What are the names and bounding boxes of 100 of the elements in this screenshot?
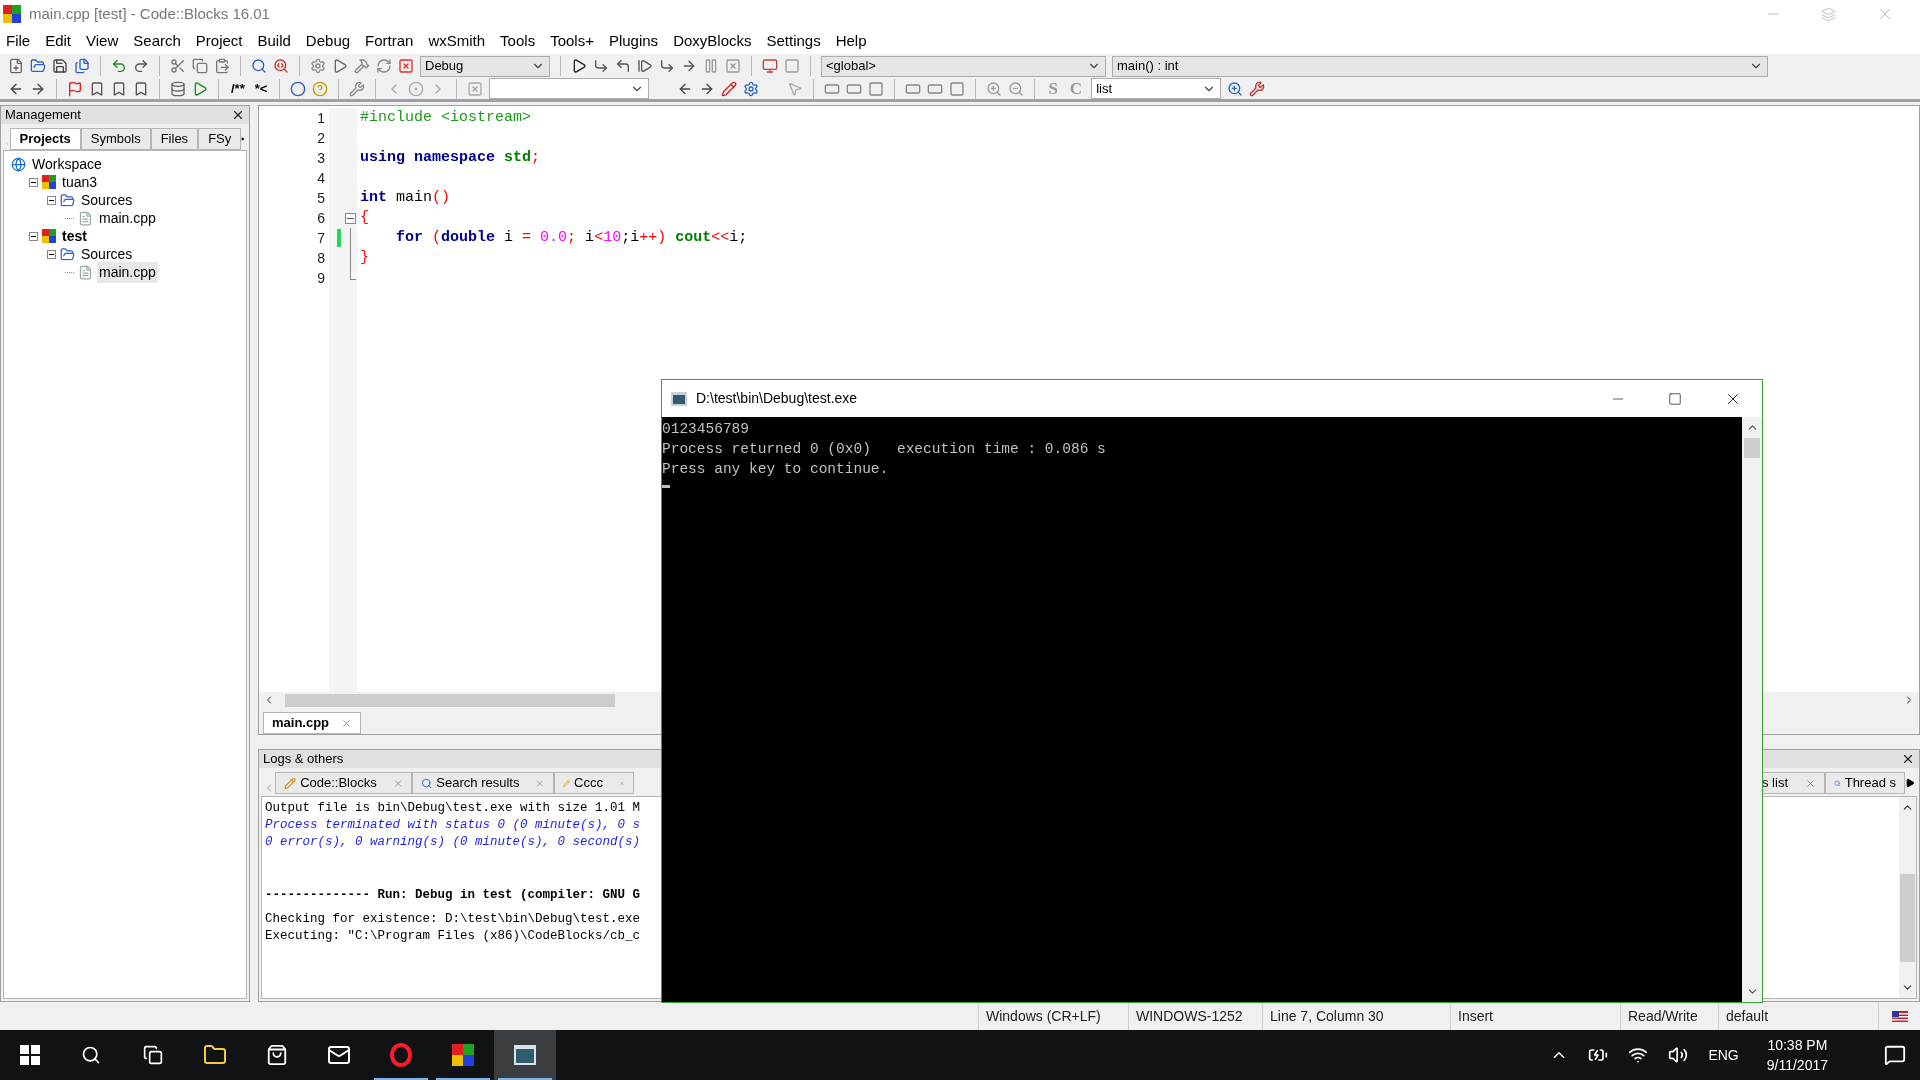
step-out-icon[interactable]	[615, 58, 631, 74]
bookmark-icon[interactable]	[89, 80, 105, 97]
collapse-toggle[interactable]	[47, 195, 56, 205]
menu-item[interactable]: Project	[195, 29, 243, 53]
collapse-toggle[interactable]	[29, 231, 38, 241]
log-tab[interactable]: Code::Blocks	[275, 772, 412, 794]
menu-item[interactable]: File	[6, 29, 31, 53]
clock-time[interactable]: 10:38 PM	[1767, 1035, 1828, 1055]
folder-icon[interactable]	[203, 1043, 227, 1067]
dot-icon[interactable]	[408, 80, 425, 97]
highlight-icon[interactable]	[721, 80, 738, 97]
envelope-icon[interactable]	[327, 1043, 351, 1067]
stop-icon[interactable]	[398, 58, 414, 74]
run-icon[interactable]	[192, 80, 208, 97]
step-forward-icon[interactable]	[637, 58, 653, 74]
close-icon[interactable]	[231, 108, 245, 122]
menu-item[interactable]: Tools	[500, 29, 536, 53]
build-target-dropdown[interactable]: Debug	[420, 55, 550, 77]
clock-date[interactable]: 9/11/2017	[1766, 1055, 1828, 1075]
menu-item[interactable]: wxSmith	[428, 29, 486, 53]
console-window-icon[interactable]	[514, 1045, 536, 1065]
menu-item[interactable]: Edit	[45, 29, 72, 53]
file-tab[interactable]: main.cpp	[263, 712, 362, 734]
search-icon[interactable]	[81, 1045, 101, 1065]
wifi-icon[interactable]	[1628, 1045, 1649, 1065]
menu-item[interactable]: Search	[133, 29, 181, 53]
wrench-icon[interactable]	[349, 80, 366, 97]
panel-tab[interactable]: Symbols	[80, 128, 151, 150]
menu-item[interactable]: Fortran	[365, 29, 414, 53]
collapse-toggle[interactable]	[29, 177, 38, 187]
magnifier-icon[interactable]	[1227, 80, 1244, 97]
menu-item[interactable]: Plugins	[608, 29, 659, 53]
hammer-icon[interactable]	[354, 58, 370, 74]
panel-tab[interactable]: Files	[150, 128, 199, 150]
copy-icon[interactable]	[192, 58, 208, 74]
menu-item[interactable]: Tools+	[550, 29, 594, 53]
list-dropdown[interactable]: list	[1091, 78, 1222, 99]
step-into-icon[interactable]	[593, 58, 609, 74]
volume-icon[interactable]	[1668, 1045, 1689, 1065]
fold-toggle[interactable]	[344, 213, 356, 224]
scrollbar-thumb[interactable]	[1744, 438, 1760, 458]
undo-icon[interactable]	[111, 58, 127, 74]
scrollbar-thumb[interactable]	[285, 693, 615, 707]
bookmark-icon[interactable]	[133, 80, 149, 97]
scroll-right-icon[interactable]	[241, 134, 245, 144]
next-line-icon[interactable]	[659, 58, 675, 74]
bookmark-icon[interactable]	[111, 80, 127, 97]
folder-icon	[60, 246, 75, 262]
task-view-icon[interactable]	[143, 1045, 163, 1065]
maximize-icon[interactable]	[1668, 391, 1682, 406]
database-icon[interactable]	[170, 80, 186, 97]
symbol-dropdown[interactable]: main() : int	[1112, 55, 1768, 77]
replace-icon[interactable]	[273, 58, 289, 74]
menu-item[interactable]: DoxyBlocks	[673, 29, 752, 53]
next-instruction-icon[interactable]	[681, 58, 697, 74]
close-icon[interactable]	[1901, 752, 1915, 766]
menu-item[interactable]: Settings	[766, 29, 821, 53]
flag-icon[interactable]	[67, 80, 83, 97]
rebuild-icon[interactable]	[376, 58, 392, 74]
wrench-icon[interactable]	[1249, 80, 1266, 97]
circle-icon[interactable]	[290, 80, 307, 97]
menu-item[interactable]: Help	[835, 29, 867, 53]
save-all-icon[interactable]	[74, 58, 90, 74]
shopping-bag-icon[interactable]	[266, 1044, 288, 1066]
log-tab[interactable]: s list	[1761, 772, 1825, 794]
language-indicator[interactable]: ENG	[1708, 1044, 1739, 1066]
new-file-icon[interactable]	[8, 58, 24, 74]
log-line: Process terminated with status 0 (0 minute(s), 0 s	[265, 817, 642, 834]
menu-item[interactable]: Build	[257, 29, 291, 53]
taskbar-app[interactable]	[494, 1030, 556, 1080]
cut-icon[interactable]	[170, 58, 186, 74]
tree-item[interactable]: main.cpp	[97, 261, 158, 283]
windows-logo-icon[interactable]	[20, 1045, 40, 1065]
monitor-icon[interactable]	[762, 58, 778, 74]
scrollbar-thumb[interactable]	[1900, 873, 1915, 962]
play-icon[interactable]	[571, 58, 587, 74]
gear-icon[interactable]	[743, 80, 760, 97]
comment-button[interactable]: *<	[252, 78, 270, 99]
collapse-toggle[interactable]	[47, 249, 56, 259]
log-tab[interactable]: Cccc	[554, 772, 634, 794]
scroll-right-icon[interactable]	[1905, 778, 1915, 788]
panel-tab[interactable]: FSy	[198, 128, 242, 150]
menu-item[interactable]: View	[86, 29, 119, 53]
comment-button[interactable]: /**	[229, 78, 247, 99]
console-line: Process returned 0 (0x0) execution time : 0.086 s	[662, 440, 1107, 459]
log-tab[interactable]: Thread s	[1825, 772, 1905, 794]
menu-item[interactable]: Debug	[305, 29, 351, 53]
paste-icon[interactable]	[214, 58, 230, 74]
notification-icon[interactable]	[1884, 1044, 1906, 1066]
scope-dropdown[interactable]: <global>	[821, 55, 1106, 77]
ring-icon[interactable]	[390, 1043, 412, 1067]
save-icon[interactable]	[52, 58, 68, 74]
redo-icon[interactable]	[133, 58, 149, 74]
panel-tab[interactable]: Projects	[9, 128, 81, 150]
code-line: for (double i = 0.0; i<10;i++) cout<<i;	[395, 228, 748, 248]
gear-icon[interactable]	[310, 58, 326, 74]
open-folder-icon[interactable]	[30, 58, 46, 74]
colored-squares-icon[interactable]	[452, 1044, 474, 1066]
log-tab[interactable]: Search results	[412, 772, 554, 794]
line-number: 6	[317, 209, 325, 228]
